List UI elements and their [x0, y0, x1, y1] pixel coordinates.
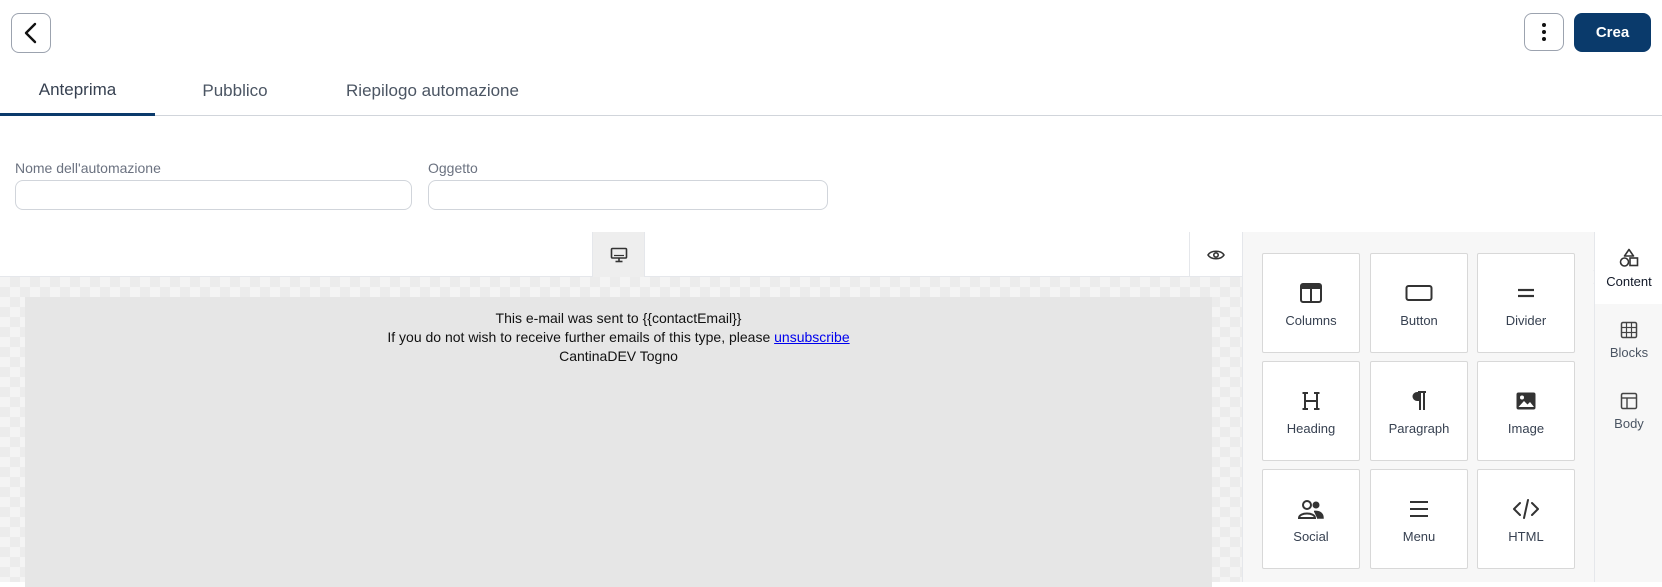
tile-label: Social	[1293, 529, 1329, 544]
back-button[interactable]	[11, 13, 51, 53]
create-button[interactable]: Crea	[1574, 13, 1651, 52]
side-tab-label: Blocks	[1609, 344, 1649, 360]
top-bar: Crea	[0, 0, 1662, 66]
desktop-view-button[interactable]	[592, 232, 645, 277]
button-icon	[1405, 285, 1433, 301]
content-tile-html[interactable]: HTML	[1477, 469, 1575, 569]
content-tile-divider[interactable]: Divider	[1477, 253, 1575, 353]
side-tab-label: Content	[1606, 273, 1652, 289]
preview-button[interactable]	[1189, 232, 1242, 277]
body-layout-icon	[1620, 392, 1638, 409]
heading-icon	[1302, 392, 1320, 410]
content-tile-button[interactable]: Button	[1370, 253, 1468, 353]
tab-bar: Anteprima Pubblico Riepilogo automazione	[0, 66, 1662, 116]
tile-label: Image	[1507, 421, 1545, 436]
email-canvas[interactable]: This e-mail was sent to {{contactEmail}}…	[0, 277, 1242, 587]
unsubscribe-link[interactable]: unsubscribe	[774, 329, 850, 345]
tile-label: Button	[1400, 313, 1438, 328]
monitor-icon	[610, 247, 627, 262]
side-tab-blocks[interactable]: Blocks	[1595, 304, 1662, 376]
email-footer-sent-to: This e-mail was sent to {{contactEmail}}	[495, 310, 742, 326]
side-tab-content[interactable]: Content	[1595, 232, 1662, 304]
image-icon	[1516, 392, 1536, 410]
divider-icon	[1518, 288, 1534, 298]
tile-label: Paragraph	[1388, 421, 1450, 436]
content-tile-menu[interactable]: Menu	[1370, 469, 1468, 569]
paragraph-icon	[1412, 391, 1426, 410]
subject-input[interactable]	[428, 180, 828, 210]
tile-label: HTML	[1508, 529, 1544, 544]
tile-label: Divider	[1505, 313, 1547, 328]
content-panel: Columns Button Divider Heading Paragraph…	[1242, 232, 1602, 582]
html-icon	[1513, 499, 1539, 519]
blocks-icon	[1620, 321, 1638, 338]
shapes-icon	[1619, 248, 1639, 267]
tab-riepilogo-automazione[interactable]: Riepilogo automazione	[320, 66, 545, 116]
tab-anteprima[interactable]: Anteprima	[0, 66, 155, 116]
eye-icon	[1207, 249, 1225, 260]
menu-icon	[1410, 501, 1428, 517]
email-footer-company: CantinaDEV Togno	[559, 348, 678, 364]
content-tile-image[interactable]: Image	[1477, 361, 1575, 461]
editor-side-tabs: Content Blocks Body	[1594, 232, 1662, 582]
side-tab-label: Body	[1614, 415, 1644, 431]
tile-label: Columns	[1285, 313, 1337, 328]
tab-pubblico[interactable]: Pubblico	[170, 66, 300, 116]
columns-icon	[1300, 283, 1322, 303]
more-options-button[interactable]	[1524, 13, 1564, 51]
social-icon	[1297, 500, 1324, 519]
chevron-left-icon	[24, 22, 37, 44]
automation-name-input[interactable]	[15, 180, 412, 210]
email-footer-unsubscribe-line: If you do not wish to receive further em…	[25, 328, 1212, 347]
side-tab-body[interactable]: Body	[1595, 375, 1662, 447]
editor-toolbar	[0, 232, 1242, 277]
content-tile-social[interactable]: Social	[1262, 469, 1360, 569]
content-tile-columns[interactable]: Columns	[1262, 253, 1360, 353]
tile-label: Menu	[1402, 529, 1436, 544]
subject-label: Oggetto	[428, 160, 478, 176]
email-body[interactable]: This e-mail was sent to {{contactEmail}}…	[25, 297, 1212, 587]
content-tile-paragraph[interactable]: Paragraph	[1370, 361, 1468, 461]
email-footer-unsubscribe-text: If you do not wish to receive further em…	[387, 329, 775, 345]
content-tile-heading[interactable]: Heading	[1262, 361, 1360, 461]
automation-name-label: Nome dell'automazione	[15, 160, 161, 176]
kebab-menu-icon	[1542, 23, 1546, 41]
tile-label: Heading	[1286, 421, 1336, 436]
